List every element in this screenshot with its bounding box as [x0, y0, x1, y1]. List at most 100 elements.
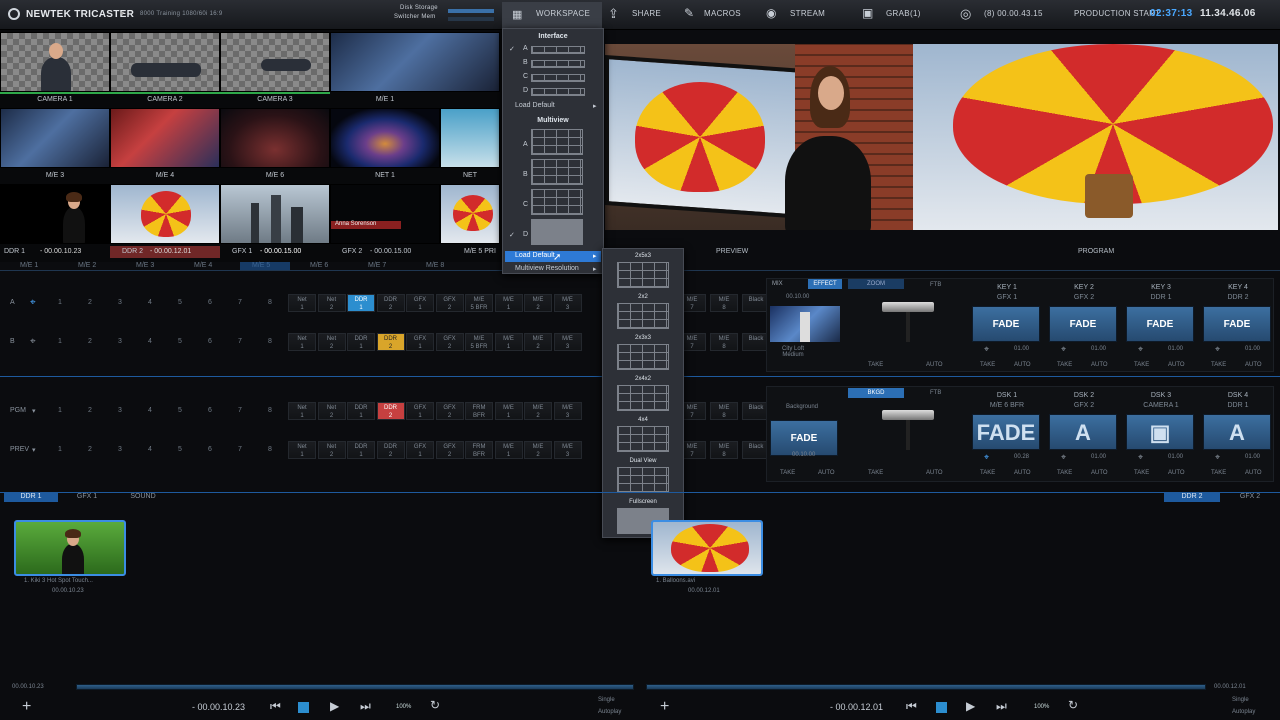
keys-fade-button-3[interactable]: FADE	[1126, 306, 1194, 342]
crosshair-icon[interactable]: ⌖	[1215, 344, 1220, 355]
ddr1-prev-icon[interactable]: ⏮	[270, 699, 281, 714]
source-button-a-7[interactable]: 7	[234, 299, 246, 306]
source-button-b-ddr-2[interactable]: DDR 2	[376, 333, 405, 351]
source-button-b-3[interactable]: 3	[114, 338, 126, 345]
source-button-a-gfx-1[interactable]: GFX 1	[406, 294, 434, 312]
multiview-resolution[interactable]: Multiview Resolution	[515, 265, 579, 272]
source-button-prev-4[interactable]: 4	[144, 446, 156, 453]
ddr1-loop-icon[interactable]: ↻	[430, 698, 440, 712]
city-loft-thumbnail[interactable]	[770, 306, 840, 342]
interface-layout-thumb-b[interactable]	[531, 60, 585, 68]
me-tab-3[interactable]: M/E 3	[136, 262, 154, 269]
ddr1-next-icon[interactable]: ⏭	[360, 699, 371, 714]
interface-option-a[interactable]: A	[523, 45, 528, 52]
submenu-layout-thumb-1[interactable]	[617, 262, 669, 288]
ddr1-clip-thumbnail[interactable]	[14, 520, 126, 576]
me-3-monitor[interactable]	[0, 108, 110, 168]
media-tab-sound[interactable]: SOUND	[116, 492, 170, 502]
crosshair-icon[interactable]: ⌖	[984, 452, 989, 463]
dsk-fade-button-4[interactable]: A	[1203, 414, 1271, 450]
source-button-a-m/e-1[interactable]: M/E 1	[494, 294, 523, 312]
source-button-b-m/e-5-bfr[interactable]: M/E 5 BFR	[465, 333, 493, 351]
me-5-monitor[interactable]	[440, 184, 500, 244]
record-icon[interactable]: ◎	[960, 6, 972, 22]
source-button-prev-frm-bfr[interactable]: FRM BFR	[465, 441, 493, 459]
keys-source-2[interactable]: GFX 2	[1049, 294, 1119, 301]
keys-take-3[interactable]: TAKE	[1134, 362, 1149, 368]
submenu-layout-thumb-3[interactable]	[617, 344, 669, 370]
source-button-b-1[interactable]: 1	[54, 338, 66, 345]
source-button-prev-3[interactable]: 3	[114, 446, 126, 453]
source-button-prev-7[interactable]: 7	[234, 446, 246, 453]
stream-button[interactable]: STREAM	[790, 9, 825, 18]
source-button-pgm-right-2[interactable]: M/E 8	[710, 402, 738, 420]
source-button-prev-5[interactable]: 5	[174, 446, 186, 453]
source-button-b-5[interactable]: 5	[174, 338, 186, 345]
keys-auto-2[interactable]: AUTO	[1091, 362, 1108, 368]
keys-take-2[interactable]: TAKE	[1057, 362, 1072, 368]
source-button-pgm-5[interactable]: 5	[174, 407, 186, 414]
keys-source-1[interactable]: GFX 1	[972, 294, 1042, 301]
multiview-option-b[interactable]: B	[523, 171, 528, 178]
source-button-pgm-m/e-2[interactable]: M/E 2	[524, 402, 552, 420]
camera-3-monitor[interactable]	[220, 32, 330, 92]
ddr1-scrubber[interactable]	[76, 684, 634, 690]
media-tab-r-gfx-2[interactable]: GFX 2	[1222, 492, 1278, 502]
chevron-down-icon[interactable]: ▾	[32, 446, 36, 454]
source-button-a-net-1[interactable]: Net 1	[288, 294, 316, 312]
source-button-pgm-8[interactable]: 8	[264, 407, 276, 414]
source-button-b-net-1[interactable]: Net 1	[288, 333, 316, 351]
multiview-layout-thumb-b[interactable]	[531, 159, 583, 185]
dsk-take-2[interactable]: TAKE	[1057, 470, 1072, 476]
me-auto-button[interactable]: AUTO	[926, 362, 943, 368]
effect-tab[interactable]: EFFECT	[808, 279, 842, 289]
me-6-monitor[interactable]	[220, 108, 330, 168]
ddr2-single-option[interactable]: Single	[1232, 697, 1249, 703]
grab-button[interactable]: GRAB	[886, 9, 910, 18]
multiview-layout-thumb-d[interactable]	[531, 219, 583, 245]
dsk-fade-button-1[interactable]: FADE	[972, 414, 1040, 450]
ddr1-single-option[interactable]: Single	[598, 697, 615, 703]
source-button-pgm-1[interactable]: 1	[54, 407, 66, 414]
crosshair-icon[interactable]: ⌖	[984, 344, 989, 355]
source-button-prev-net-1[interactable]: Net 1	[288, 441, 316, 459]
source-button-b-m/e-3[interactable]: M/E 3	[553, 333, 582, 351]
source-button-a-m/e-5-bfr[interactable]: M/E 5 BFR	[465, 294, 493, 312]
source-button-prev-m/e-3[interactable]: M/E 3	[553, 441, 582, 459]
source-button-a-ddr-2[interactable]: DDR 2	[376, 294, 405, 312]
source-button-prev-right-2[interactable]: M/E 8	[710, 441, 738, 459]
net-2-monitor[interactable]	[440, 108, 500, 168]
net-1-monitor[interactable]	[330, 108, 440, 168]
multiview-option-c[interactable]: C	[523, 201, 528, 208]
bkgd-take-button[interactable]: TAKE	[780, 470, 795, 476]
media-tab-r-ddr-2[interactable]: DDR 2	[1164, 492, 1220, 502]
ddr1-add-icon[interactable]: +	[22, 698, 31, 716]
source-button-a-2[interactable]: 2	[84, 299, 96, 306]
ddr2-play-icon[interactable]: ▶	[966, 699, 975, 713]
ddr1-zoom[interactable]: 100%	[396, 704, 411, 710]
dsk-source-3[interactable]: CAMERA 1	[1126, 402, 1196, 409]
source-button-b-right-2[interactable]: M/E 8	[710, 333, 738, 351]
crosshair-icon[interactable]: ⌖	[1061, 344, 1066, 355]
source-button-prev-net-2[interactable]: Net 2	[317, 441, 346, 459]
camera-1-monitor[interactable]	[0, 32, 110, 92]
keys-auto-1[interactable]: AUTO	[1014, 362, 1031, 368]
ddr2-scrubber[interactable]	[646, 684, 1206, 690]
source-button-pgm-net-2[interactable]: Net 2	[317, 402, 346, 420]
source-button-a-4[interactable]: 4	[144, 299, 156, 306]
ddr2-prev-icon[interactable]: ⏮	[906, 699, 917, 714]
dsk-auto-3[interactable]: AUTO	[1168, 470, 1185, 476]
interface-layout-thumb-d[interactable]	[531, 88, 585, 96]
source-button-b-8[interactable]: 8	[264, 338, 276, 345]
source-button-prev-6[interactable]: 6	[204, 446, 216, 453]
dropdown-icon[interactable]: ▾	[120, 9, 124, 18]
ddr1-autoplay-option[interactable]: Autoplay	[598, 709, 621, 715]
me-tab-7[interactable]: M/E 7	[368, 262, 386, 269]
gfx-2-monitor[interactable]: Anna Sorenson	[330, 184, 440, 244]
interface-option-b[interactable]: B	[523, 59, 528, 66]
dsk-fade-button-3[interactable]: ▣	[1126, 414, 1194, 450]
ddr2-autoplay-option[interactable]: Autoplay	[1232, 709, 1255, 715]
source-button-prev-gfx-2[interactable]: GFX 2	[435, 441, 464, 459]
source-button-b-gfx-1[interactable]: GFX 1	[406, 333, 434, 351]
submenu-layout-thumb-4[interactable]	[617, 385, 669, 411]
